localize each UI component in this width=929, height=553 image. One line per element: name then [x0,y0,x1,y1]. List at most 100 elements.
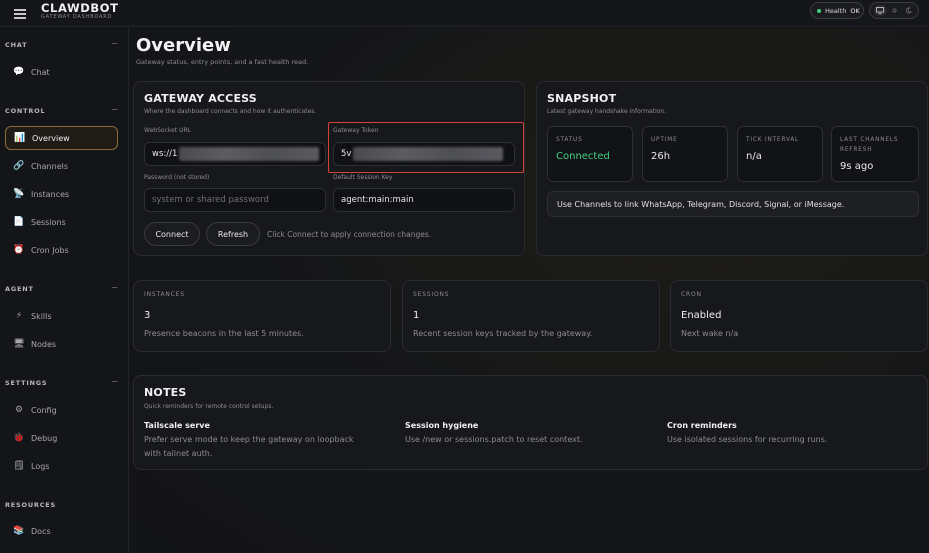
redacted-block [179,147,320,161]
status-dot-icon [817,8,821,13]
notes-card: NOTES Quick reminders for remote control… [133,375,928,470]
theme-dark-button[interactable] [902,5,915,16]
sidebar-item-label: Skills [31,311,52,321]
section-resources: RESOURCES [5,501,57,509]
highlight-box [328,122,524,173]
instances-label: INSTANCES [144,291,185,298]
tick-interval-stat: TICK INTERVAL n/a [737,126,823,182]
theme-toggle[interactable] [869,2,919,19]
document-icon: 📄 [13,217,25,227]
last-refresh-label-line1: LAST CHANNELS [840,137,899,143]
last-refresh-value: 9s ago [840,161,874,172]
collapse-settings-icon[interactable]: − [111,377,118,386]
collapse-control-icon[interactable]: − [111,105,118,114]
sidebar: CHAT − 💬 Chat CONTROL − 📊 Overview 🔗 Cha… [0,28,129,553]
lightning-icon: ⚡ [15,311,23,321]
uptime-stat: UPTIME 26h [642,126,728,182]
note-body: Use isolated sessions for recurring runs… [667,435,828,444]
gateway-access-title: GATEWAY ACCESS [144,92,257,105]
gateway-access-card: GATEWAY ACCESS Where the dashboard conne… [133,81,525,256]
channels-info-callout: Use Channels to link WhatsApp, Telegram,… [547,191,919,217]
refresh-button[interactable]: Refresh [206,222,260,246]
tick-interval-label: TICK INTERVAL [746,137,800,143]
sidebar-item-label: Docs [31,526,51,536]
instances-card: INSTANCES 3 Presence beacons in the last… [133,280,391,352]
websocket-url-label: WebSocket URL [144,127,191,134]
sidebar-item-nodes[interactable]: 🖥 Nodes [5,332,118,356]
moon-icon [905,7,912,14]
sun-icon [891,8,897,13]
link-icon: 🔗 [13,161,25,171]
cron-label: CRON [681,291,702,298]
sidebar-item-config[interactable]: ⚙ Config [5,398,118,422]
menu-icon[interactable] [14,9,26,19]
websocket-url-input[interactable]: ws://1 [144,142,326,166]
notepad-icon: 🗒 [13,461,25,471]
gear-icon: ⚙ [14,405,24,415]
uptime-value: 26h [651,151,671,162]
sidebar-item-debug[interactable]: 🐞 Debug [5,426,118,450]
theme-light-button[interactable] [888,5,901,16]
status-stat: STATUS Connected [547,126,633,182]
bug-icon: 🐞 [13,433,25,443]
password-placeholder: system or shared password [152,195,269,205]
alarm-clock-icon: ⏰ [13,245,25,255]
section-agent: AGENT [5,285,34,293]
sessions-value: 1 [413,310,420,321]
cron-card: CRON Enabled Next wake n/a [670,280,928,352]
session-key-input[interactable]: agent:main:main [333,188,515,212]
monitor-icon: 🖥 [13,339,25,349]
note-title: Tailscale serve [144,421,210,430]
sessions-label: SESSIONS [413,291,450,298]
instances-value: 3 [144,310,151,321]
connect-button[interactable]: Connect [144,222,200,246]
tick-interval-value: n/a [746,151,762,162]
password-label: Password (not stored) [144,174,210,181]
sidebar-item-sessions[interactable]: 📄 Sessions [5,210,118,234]
health-label: Health [825,6,847,15]
gateway-access-subtitle: Where the dashboard connects and how it … [144,108,317,115]
sidebar-item-cron-jobs[interactable]: ⏰ Cron Jobs [5,238,118,262]
collapse-chat-icon[interactable]: − [111,39,118,48]
section-chat: CHAT [5,41,28,49]
password-input[interactable]: system or shared password [144,188,326,212]
last-refresh-stat: LAST CHANNELS REFRESH 9s ago [831,126,919,182]
note-title: Cron reminders [667,421,737,430]
uptime-label: UPTIME [651,137,678,143]
notes-title: NOTES [144,386,187,399]
theme-system-button[interactable] [873,5,887,16]
sidebar-item-instances[interactable]: 📡 Instances [5,182,118,206]
health-status: OK [850,6,860,15]
sidebar-item-label: Overview [32,133,70,143]
sidebar-item-label: Instances [31,189,70,199]
section-settings: SETTINGS [5,379,48,387]
sidebar-item-chat[interactable]: 💬 Chat [5,60,118,84]
notes-subtitle: Quick reminders for remote control setup… [144,403,274,410]
app-subtitle: GATEWAY DASHBOARD [41,14,113,20]
session-key-value: agent:main:main [341,195,414,205]
sidebar-item-skills[interactable]: ⚡ Skills [5,304,118,328]
sessions-note: Recent session keys tracked by the gatew… [413,329,593,338]
connect-hint: Click Connect to apply connection change… [267,230,432,239]
sidebar-item-label: Channels [31,161,69,171]
sidebar-item-channels[interactable]: 🔗 Channels [5,154,118,178]
snapshot-title: SNAPSHOT [547,92,617,105]
satellite-icon: 📡 [13,189,25,199]
sidebar-item-label: Cron Jobs [31,245,69,255]
snapshot-subtitle: Latest gateway handshake information. [547,108,667,115]
sidebar-item-logs[interactable]: 🗒 Logs [5,454,118,478]
instances-note: Presence beacons in the last 5 minutes. [144,329,304,338]
page-subtitle: Gateway status, entry points, and a fast… [136,58,309,66]
sidebar-item-docs[interactable]: 📚 Docs [5,519,118,543]
last-refresh-label-line2: REFRESH [840,147,873,153]
note-body-line: with tailnet auth. [144,449,213,458]
sidebar-item-overview[interactable]: 📊 Overview [5,126,118,150]
sidebar-item-label: Logs [31,461,50,471]
sidebar-item-label: Debug [31,433,58,443]
note-body: Prefer serve mode to keep the gateway on… [144,433,354,461]
monitor-icon [876,7,884,14]
books-icon: 📚 [13,526,25,536]
main-content: Overview Gateway status, entry points, a… [129,28,929,553]
speech-bubble-icon: 💬 [13,67,25,77]
collapse-agent-icon[interactable]: − [111,283,118,292]
